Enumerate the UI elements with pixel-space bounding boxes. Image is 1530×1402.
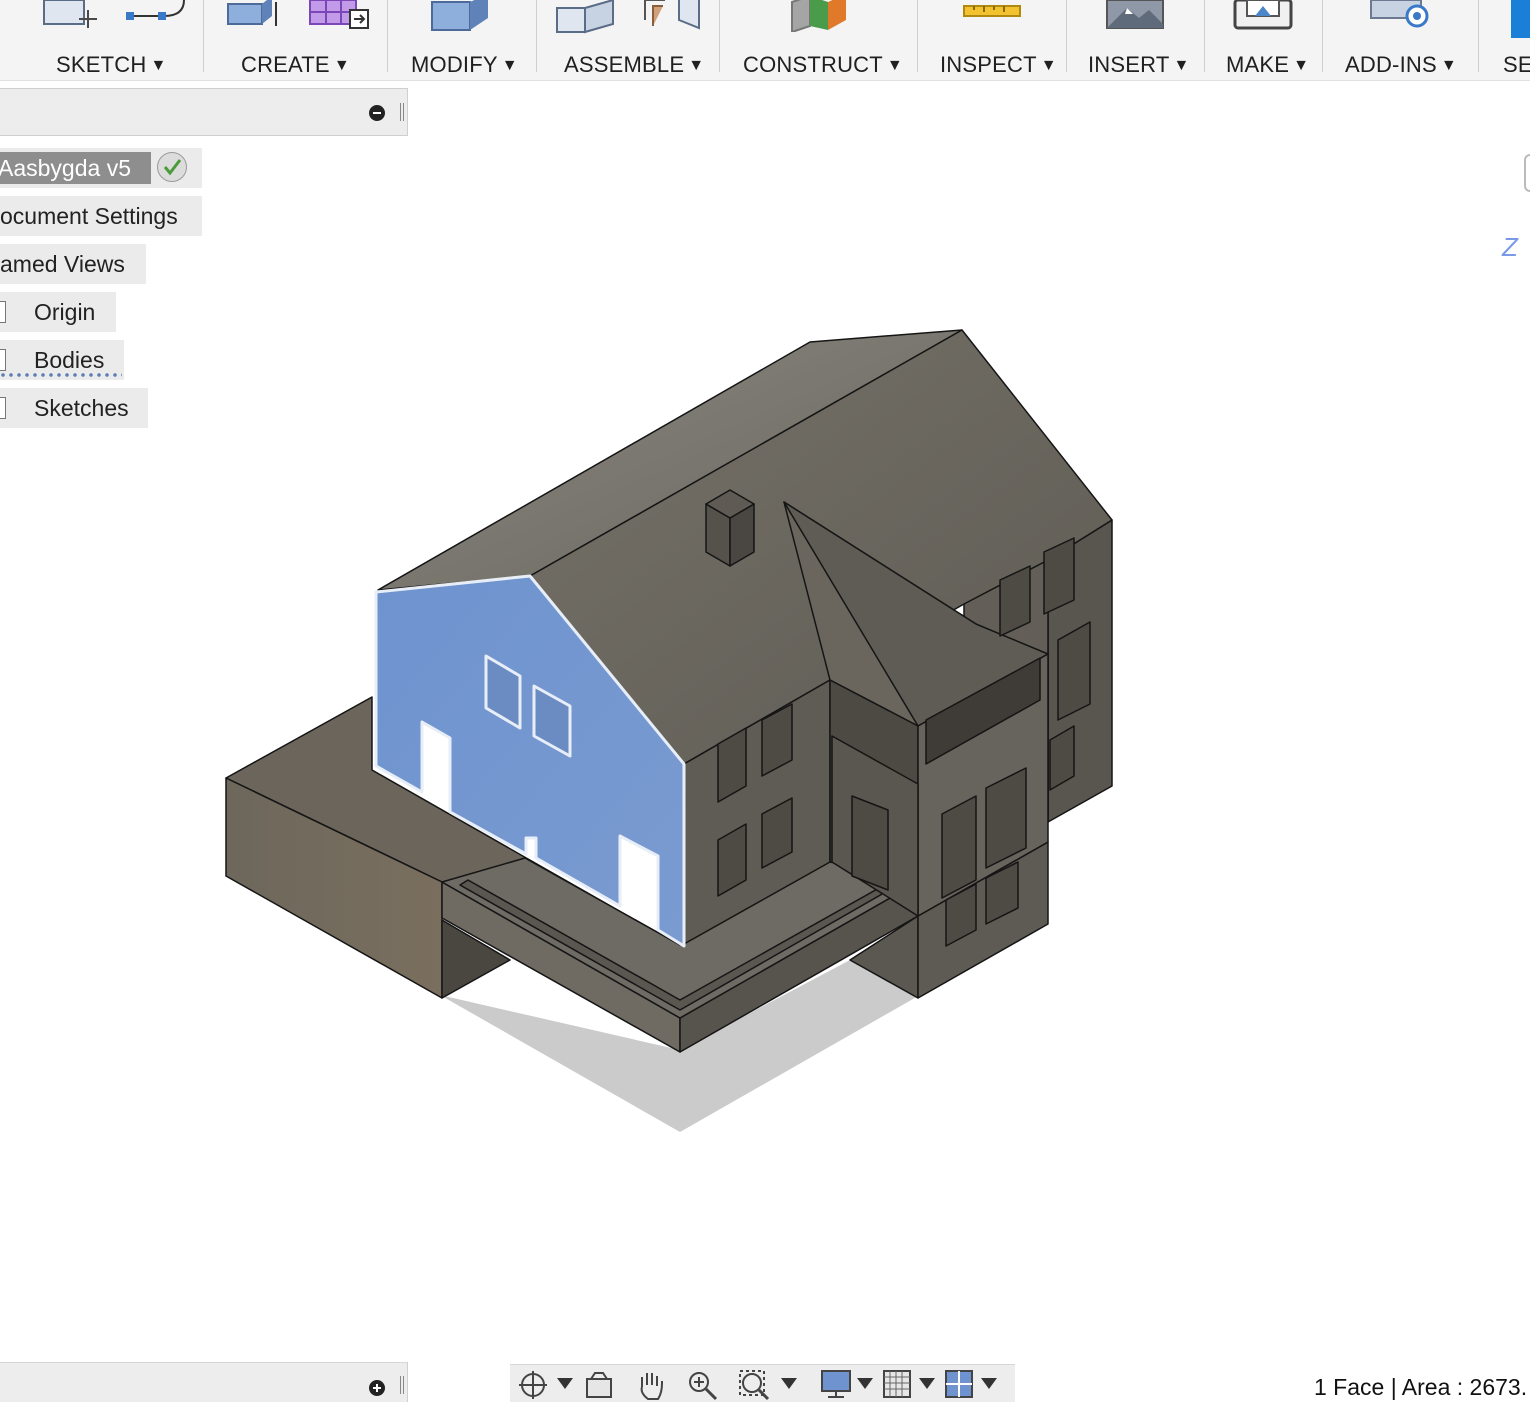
panel-drag-handle[interactable] — [400, 103, 404, 121]
browser-item-label: amed Views — [0, 251, 125, 277]
browser-item-document-settings[interactable]: ocument Settings — [0, 196, 202, 236]
viewcube[interactable] — [1524, 154, 1530, 192]
browser-item-label: Origin — [34, 299, 96, 325]
browser-panel-header — [0, 88, 408, 136]
folder-icon — [0, 301, 6, 323]
panel-drag-handle[interactable] — [400, 1376, 404, 1394]
warning-squiggle — [0, 372, 122, 378]
dropdown-caret-icon[interactable] — [856, 1377, 874, 1391]
window — [1057, 621, 1091, 721]
expand-comments-button[interactable] — [369, 1380, 385, 1396]
window — [1043, 537, 1075, 615]
viewcube-z-axis-label: Z — [1502, 232, 1518, 262]
viewports-icon[interactable] — [944, 1369, 976, 1399]
browser-item-label: Sketches — [34, 395, 129, 421]
dropdown-caret-icon[interactable] — [556, 1377, 574, 1391]
browser-root-item[interactable]: Aasbygda v5 — [0, 148, 202, 188]
browser-item-label: Bodies — [34, 347, 105, 373]
browser-item-named-views[interactable]: amed Views — [0, 244, 146, 284]
browser-item-label: ocument Settings — [0, 203, 178, 229]
pan-hand-icon[interactable] — [634, 1369, 668, 1401]
check-icon — [157, 152, 187, 182]
dropdown-caret-icon[interactable] — [918, 1377, 936, 1391]
grid-settings-icon[interactable] — [882, 1369, 914, 1399]
zoom-icon[interactable] — [686, 1369, 720, 1401]
browser-item-sketches[interactable]: Sketches — [0, 388, 148, 428]
document-name: Aasbygda v5 — [0, 152, 151, 184]
display-settings-icon[interactable] — [820, 1369, 854, 1399]
browser-item-origin[interactable]: Origin — [0, 292, 116, 332]
dropdown-caret-icon[interactable] — [980, 1377, 998, 1391]
viewport-canvas[interactable] — [0, 0, 1530, 1402]
look-at-icon[interactable] — [582, 1369, 616, 1399]
folder-icon — [0, 349, 6, 371]
collapse-browser-button[interactable] — [369, 105, 385, 121]
orbit-icon[interactable] — [516, 1369, 550, 1399]
folder-icon — [0, 397, 6, 419]
window — [941, 795, 977, 899]
fit-window-icon[interactable] — [738, 1369, 772, 1401]
door — [851, 795, 889, 891]
dropdown-caret-icon[interactable] — [780, 1377, 798, 1391]
selection-status: 1 Face | Area : 2673. — [1314, 1374, 1528, 1400]
browser-item-bodies[interactable]: Bodies — [0, 340, 124, 380]
comments-panel-bar — [0, 1362, 408, 1402]
navigation-bar — [510, 1364, 1015, 1402]
